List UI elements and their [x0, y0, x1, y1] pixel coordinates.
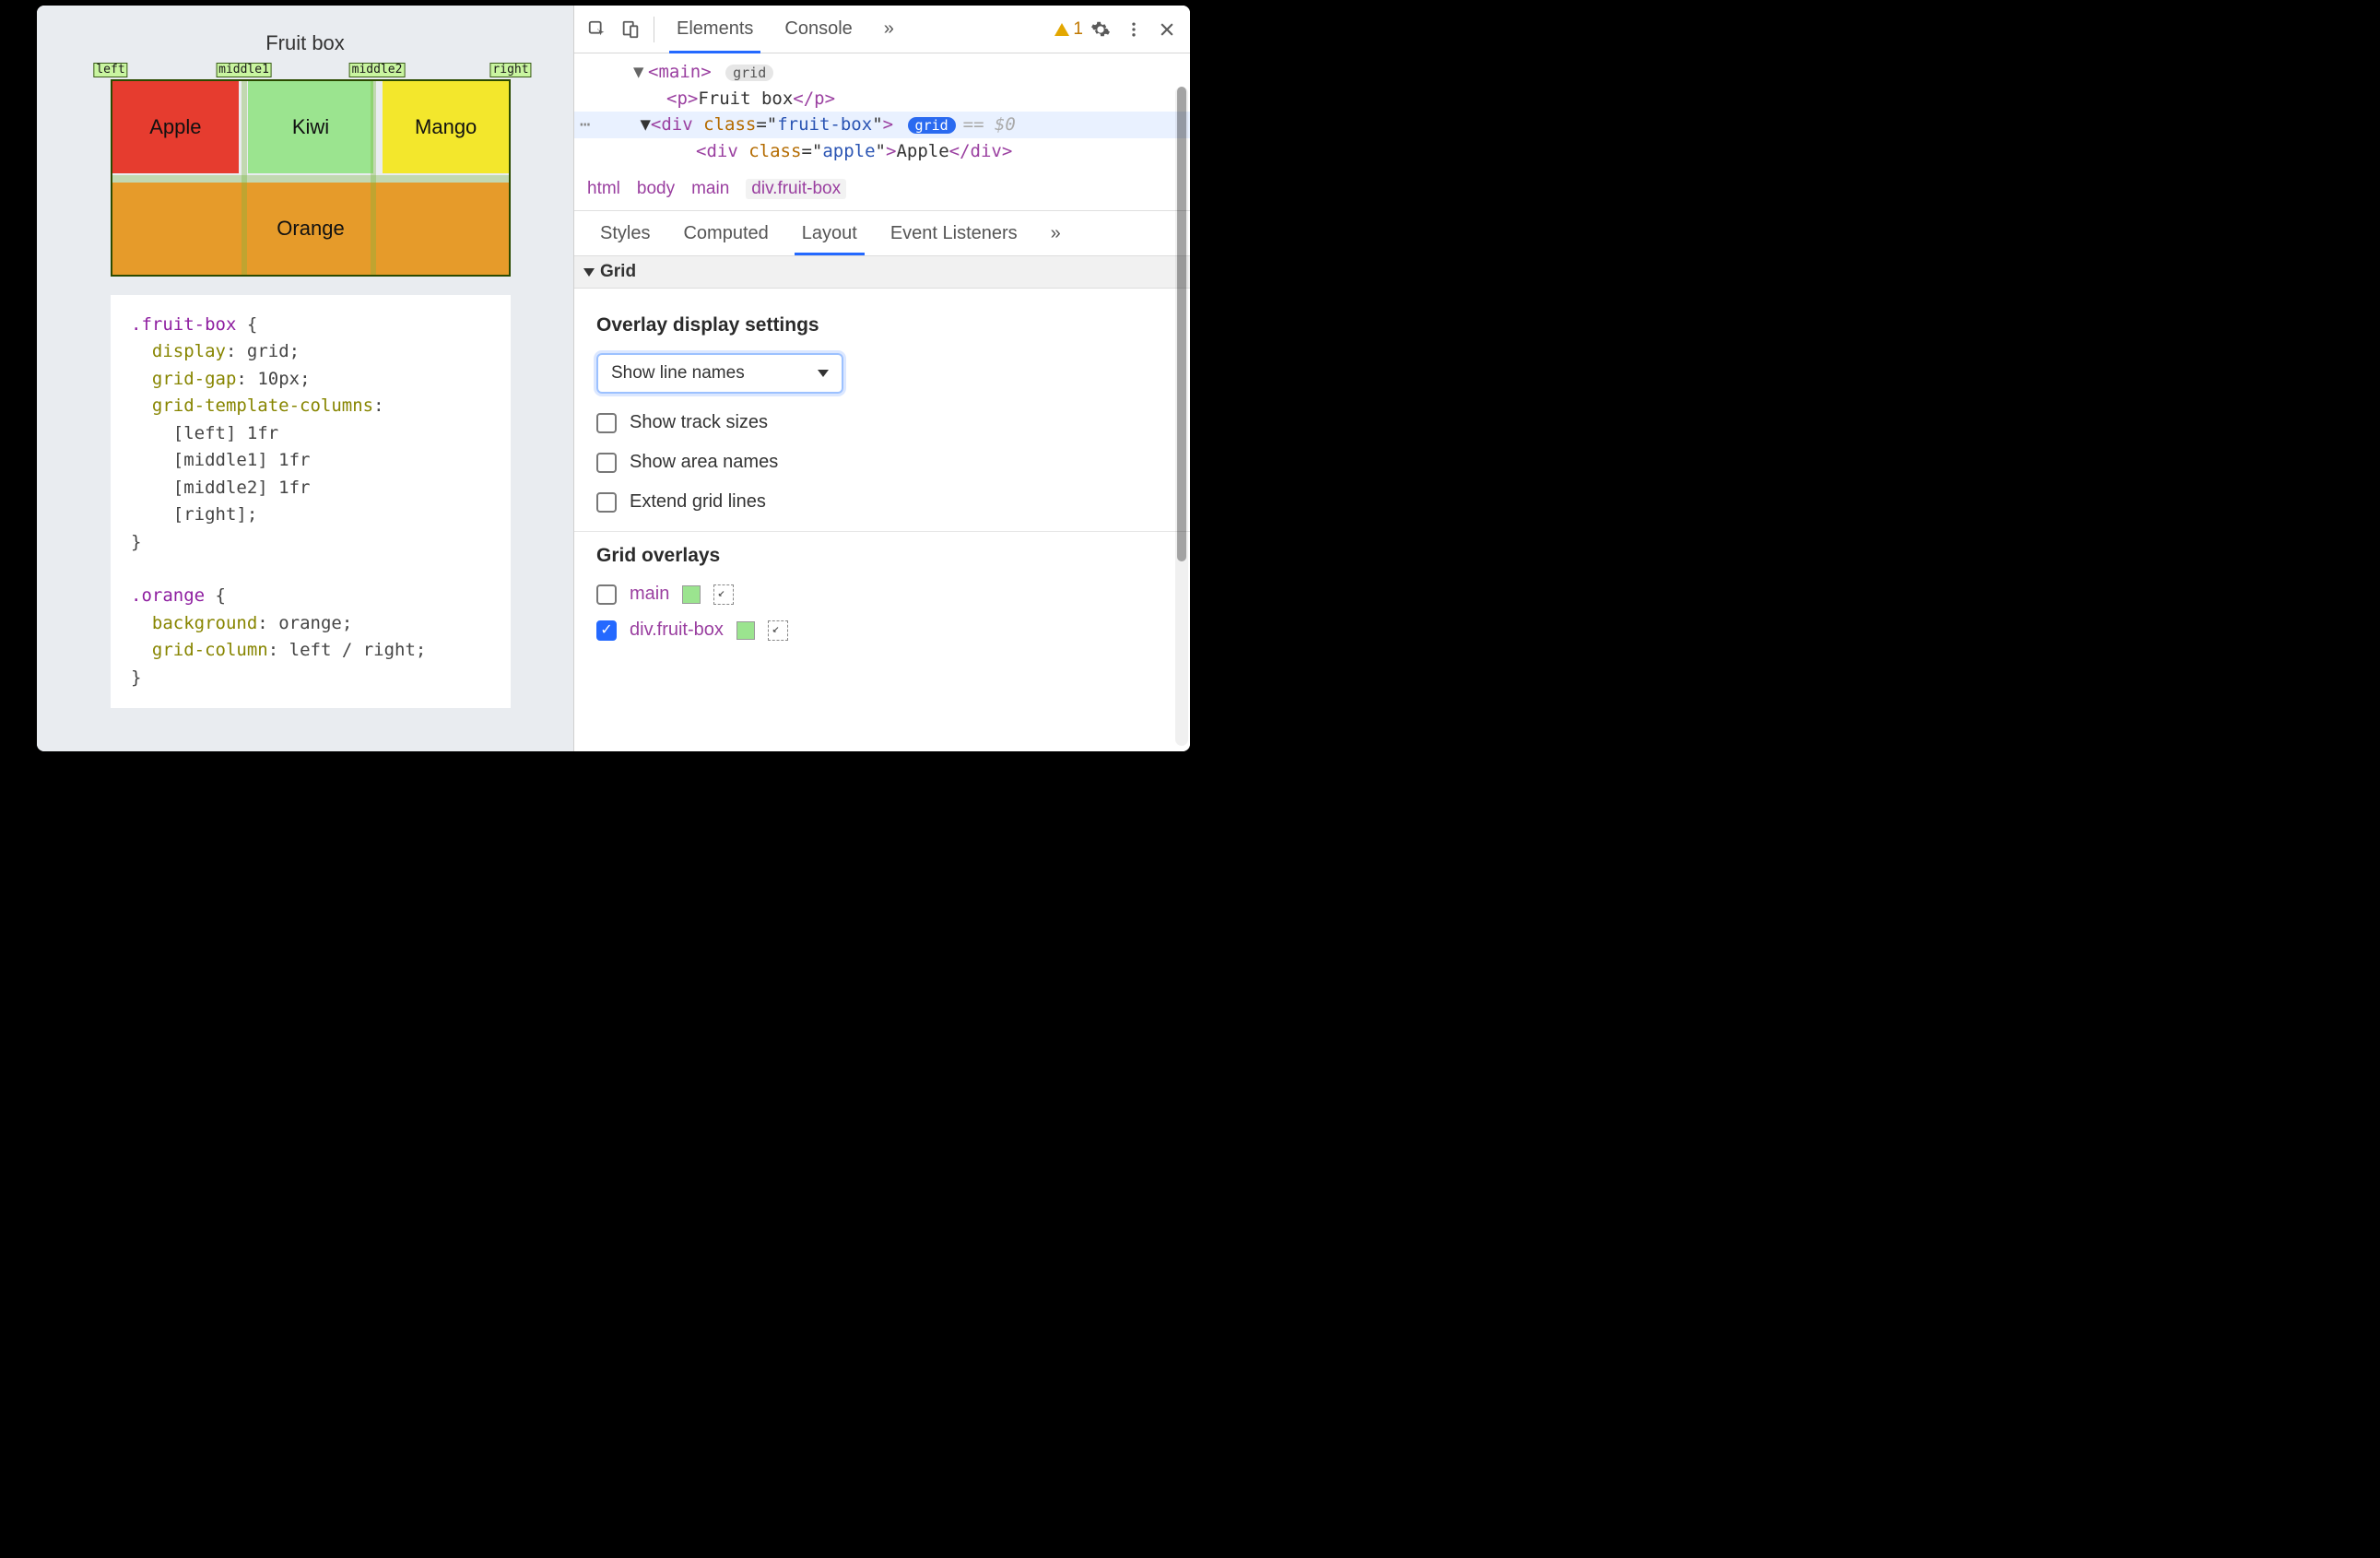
scrollbar[interactable]: [1175, 87, 1188, 746]
check-label-track-sizes: Show track sizes: [630, 412, 768, 433]
dom-node-apple[interactable]: <div class="apple">Apple</div>: [574, 138, 1190, 165]
warning-icon: [1055, 23, 1069, 36]
css-selector-fruitbox: .fruit-box: [131, 314, 236, 335]
kebab-icon[interactable]: [1118, 14, 1149, 45]
grid-line-name-left: left: [93, 63, 127, 77]
overlay-row-main: main: [596, 584, 1168, 605]
dom-node-main[interactable]: ▼<main> grid: [574, 59, 1190, 86]
checkbox-extend-lines[interactable]: [596, 492, 617, 513]
tab-layout[interactable]: Layout: [789, 211, 870, 255]
scrollbar-thumb[interactable]: [1177, 87, 1186, 561]
overlay-display-settings-label: Overlay display settings: [596, 314, 1168, 336]
tab-styles[interactable]: Styles: [587, 211, 663, 255]
devtools-window: Fruit box left middle1 middle2 right App…: [37, 6, 1190, 751]
overlay-name-fruitbox[interactable]: div.fruit-box: [630, 620, 724, 641]
crumb-fruitbox[interactable]: div.fruit-box: [746, 179, 846, 199]
css-code-card: .fruit-box { display: grid; grid-gap: 10…: [111, 295, 511, 708]
highlight-icon[interactable]: [713, 584, 734, 605]
checkbox-track-sizes[interactable]: [596, 413, 617, 433]
styles-panel-tabs: Styles Computed Layout Event Listeners »: [574, 211, 1190, 255]
warning-count: 1: [1073, 19, 1083, 40]
checkbox-area-names[interactable]: [596, 453, 617, 473]
color-swatch-fruitbox[interactable]: [736, 621, 755, 640]
tab-more[interactable]: »: [869, 6, 909, 53]
grid-section-body: Overlay display settings Show line names…: [574, 289, 1190, 676]
gear-icon[interactable]: [1085, 14, 1116, 45]
grid-badge-active[interactable]: grid: [908, 117, 956, 134]
dom-actions-icon[interactable]: ⋯: [574, 112, 595, 138]
fruit-box-grid: Apple Kiwi Mango Orange: [111, 79, 511, 277]
grid-section-label: Grid: [600, 262, 636, 282]
inspect-icon[interactable]: [582, 14, 613, 45]
check-row-area-names[interactable]: Show area names: [596, 452, 1168, 473]
grid-line-name-middle1: middle1: [216, 63, 272, 77]
preview-title: Fruit box: [46, 31, 564, 55]
overlay-name-main[interactable]: main: [630, 584, 669, 605]
grid-section-header[interactable]: Grid: [574, 255, 1190, 289]
check-row-track-sizes[interactable]: Show track sizes: [596, 412, 1168, 433]
overlay-row-fruitbox: div.fruit-box: [596, 620, 1168, 641]
checkbox-overlay-main[interactable]: [596, 584, 617, 605]
color-swatch-main[interactable]: [682, 585, 701, 604]
dom-node-p[interactable]: <p>Fruit box</p>: [574, 86, 1190, 112]
grid-overlay-wrap: left middle1 middle2 right Apple Kiwi Ma…: [111, 63, 511, 277]
tab-computed[interactable]: Computed: [670, 211, 781, 255]
dom-tree[interactable]: ▼<main> grid <p>Fruit box</p> ⋯ ▼<div cl…: [574, 53, 1190, 170]
crumb-body[interactable]: body: [637, 179, 675, 199]
chevron-down-icon: [583, 268, 595, 277]
grid-line-name-middle2: middle2: [349, 63, 406, 77]
line-names-select[interactable]: Show line names: [596, 353, 843, 394]
crumb-html[interactable]: html: [587, 179, 620, 199]
cell-mango: Mango: [383, 81, 509, 173]
page-preview-pane: Fruit box left middle1 middle2 right App…: [37, 6, 573, 751]
tab-console[interactable]: Console: [770, 6, 866, 53]
check-row-extend-lines[interactable]: Extend grid lines: [596, 491, 1168, 513]
highlight-icon[interactable]: [768, 620, 788, 641]
device-toggle-icon[interactable]: [615, 14, 646, 45]
check-label-area-names: Show area names: [630, 452, 778, 473]
grid-line-labels: left middle1 middle2 right: [111, 63, 511, 79]
grid-line-name-right: right: [489, 63, 531, 77]
check-label-extend-lines: Extend grid lines: [630, 491, 766, 513]
cell-kiwi: Kiwi: [248, 81, 374, 173]
dom-breadcrumb: html body main div.fruit-box: [574, 170, 1190, 211]
select-value: Show line names: [611, 363, 745, 384]
cell-apple: Apple: [112, 81, 239, 173]
section-separator: [574, 531, 1190, 532]
grid-badge[interactable]: grid: [725, 65, 773, 81]
devtools-pane: Elements Console » 1 ▼<main> grid <p>Fru…: [573, 6, 1190, 751]
tab-panel-more[interactable]: »: [1038, 211, 1074, 255]
cell-orange: Orange: [112, 183, 509, 275]
console-reference: == $0: [963, 114, 1016, 135]
crumb-main[interactable]: main: [691, 179, 729, 199]
warning-badge[interactable]: 1: [1055, 19, 1083, 40]
css-selector-orange: .orange: [131, 585, 205, 606]
tab-event-listeners[interactable]: Event Listeners: [878, 211, 1031, 255]
checkbox-overlay-fruitbox[interactable]: [596, 620, 617, 641]
dom-node-fruitbox-selected[interactable]: ⋯ ▼<div class="fruit-box"> grid== $0: [574, 112, 1190, 138]
tab-elements[interactable]: Elements: [662, 6, 768, 53]
grid-overlays-label: Grid overlays: [596, 545, 1168, 567]
devtools-top-tabs: Elements Console » 1: [574, 6, 1190, 53]
chevron-down-icon: [818, 370, 829, 377]
close-icon[interactable]: [1151, 14, 1183, 45]
